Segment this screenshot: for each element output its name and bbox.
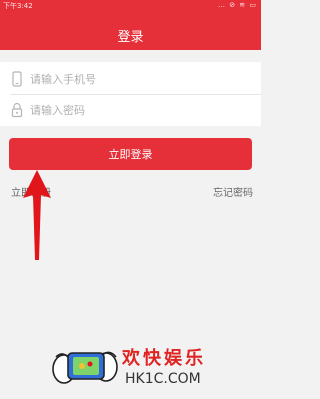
game-controller-icon <box>52 339 118 395</box>
phone-row <box>0 64 261 94</box>
login-button[interactable]: 立即登录 <box>9 138 252 170</box>
page-title: 登录 <box>117 30 144 45</box>
phone-input[interactable] <box>30 69 250 89</box>
password-input[interactable] <box>30 100 250 120</box>
login-form <box>0 62 261 126</box>
status-icons: … ⊘ ≋ ▭ <box>217 1 257 9</box>
forgot-password-link[interactable]: 忘记密码 <box>213 184 253 199</box>
phone-icon <box>10 71 24 87</box>
password-row <box>0 95 261 125</box>
watermark-logo: 欢快娱乐 HK1C.COM <box>52 335 222 397</box>
watermark-text-en: HK1C.COM <box>125 371 201 387</box>
arrow-annotation-icon <box>22 170 52 262</box>
watermark-text-cn: 欢快娱乐 <box>122 348 206 369</box>
status-time: 下午3:42 <box>3 2 33 10</box>
top-bar: 下午3:42 … ⊘ ≋ ▭ 登录 <box>0 0 261 50</box>
lock-icon <box>10 102 24 118</box>
